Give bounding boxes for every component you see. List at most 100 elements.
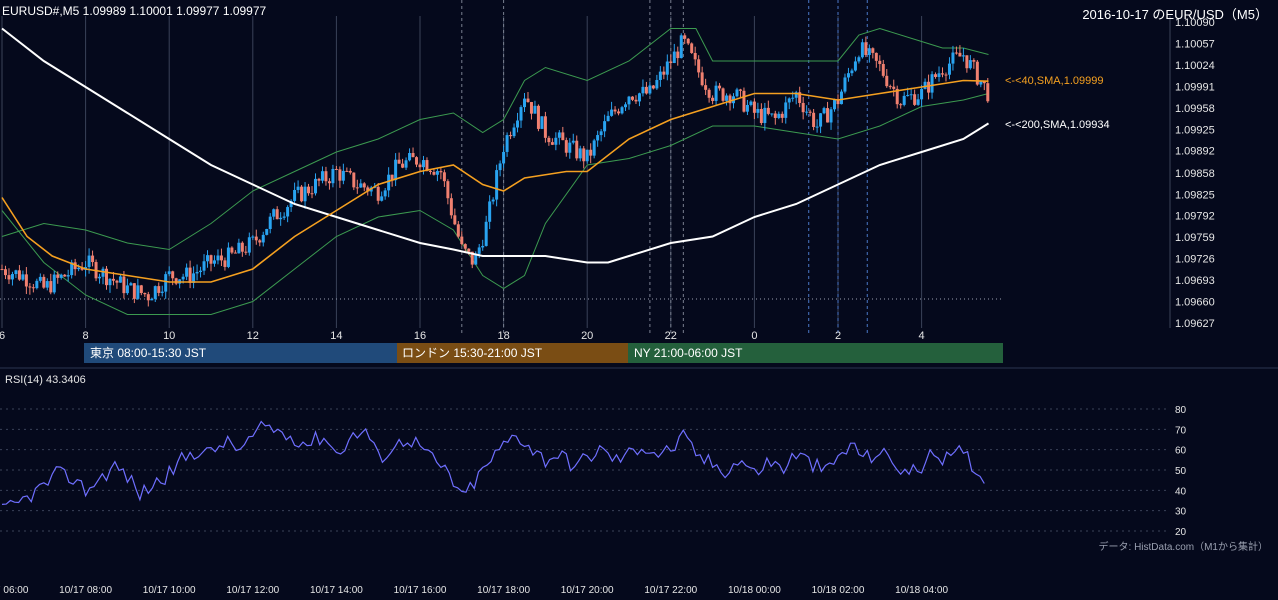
candle-body: [885, 75, 889, 87]
time-tick-label: 12: [247, 330, 259, 342]
candle-body: [951, 52, 955, 64]
candle-body: [533, 105, 537, 114]
candle-body: [498, 163, 502, 171]
candle-body: [181, 276, 185, 280]
candle-body: [38, 276, 42, 281]
candle-body: [547, 137, 551, 143]
candle-body: [324, 171, 328, 182]
time-tick-label: 20: [581, 330, 593, 342]
candle-body: [961, 55, 965, 57]
candle-body: [338, 169, 342, 181]
time-tick-label: 2: [835, 330, 841, 342]
candle-body: [927, 81, 931, 93]
candle-body: [986, 83, 990, 102]
candle-body: [693, 52, 697, 60]
candle-body: [296, 186, 300, 190]
candle-body: [209, 255, 213, 264]
candle-body: [362, 183, 366, 188]
candle-body: [878, 60, 882, 65]
candle-body: [972, 60, 976, 62]
chart-date-title: 2016-10-17 のEUR/USD（M5）: [1082, 7, 1268, 22]
candle-body: [738, 89, 742, 91]
candle-body: [655, 80, 659, 89]
candle-body: [822, 108, 826, 114]
candle-body: [226, 247, 230, 267]
candle-body: [164, 274, 168, 292]
candle-body: [460, 236, 464, 245]
candle-body: [132, 283, 136, 299]
price-tick-label: 1.09627: [1175, 318, 1215, 330]
candle-body: [589, 149, 593, 156]
candle-body: [920, 88, 924, 100]
candle-body: [700, 72, 704, 86]
candle-body: [592, 140, 596, 156]
candle-body: [714, 85, 718, 101]
candle-body: [665, 61, 669, 75]
candle-body: [254, 236, 258, 241]
price-tick-label: 1.09660: [1175, 297, 1215, 309]
candle-body: [745, 104, 749, 112]
candle-body: [805, 111, 809, 113]
candle-body: [481, 245, 485, 248]
candle-body: [874, 52, 878, 61]
candle-body: [136, 285, 140, 299]
candle-body: [188, 267, 192, 283]
candle-body: [77, 267, 81, 270]
candle-body: [216, 255, 220, 261]
candle-body: [676, 51, 680, 59]
candle-body: [282, 216, 286, 218]
candle-body: [279, 217, 283, 220]
candle-body: [791, 97, 795, 99]
candle-body: [456, 224, 460, 237]
candle-body: [916, 99, 920, 105]
candle-body: [669, 61, 673, 64]
candle-body: [606, 115, 610, 122]
candle-body: [777, 113, 781, 118]
candle-body: [380, 196, 384, 201]
candle-body: [467, 248, 471, 252]
rsi-time-tick-label: 10/17 14:00: [310, 585, 363, 596]
candle-body: [98, 276, 102, 279]
time-tick-label: 0: [751, 330, 757, 342]
candle-body: [359, 183, 363, 188]
time-tick-label: 8: [83, 330, 89, 342]
candle-body: [185, 267, 189, 277]
candle-body: [244, 251, 248, 253]
candle-body: [505, 135, 509, 152]
forex-chart: 1.100901.100571.100241.099911.099581.099…: [0, 0, 1278, 600]
candle-body: [954, 52, 958, 54]
candle-body: [519, 107, 523, 121]
symbol-info: EURUSD#,M5 1.09989 1.10001 1.09977 1.099…: [2, 4, 267, 18]
candle-body: [212, 260, 216, 264]
candle-body: [582, 148, 586, 162]
candle-body: [421, 160, 425, 168]
candle-body: [892, 86, 896, 89]
candle-body: [484, 221, 488, 246]
rsi-time-tick-label: 10/17 06:00: [0, 585, 29, 596]
candle-body: [819, 113, 823, 127]
candle-body: [118, 276, 122, 283]
candle-body: [561, 132, 565, 141]
candle-body: [843, 77, 847, 92]
candle-body: [759, 108, 763, 124]
candle-body: [766, 107, 770, 114]
time-tick-label: 4: [919, 330, 925, 342]
time-tick-label: 10: [163, 330, 175, 342]
candle-body: [651, 85, 655, 89]
candle-body: [752, 101, 756, 113]
candle-body: [829, 109, 833, 123]
candle-body: [230, 247, 234, 253]
price-tick-label: 1.09726: [1175, 254, 1215, 266]
candle-body: [153, 286, 157, 299]
candle-body: [833, 99, 837, 110]
candle-body: [578, 148, 582, 159]
candle-body: [341, 170, 345, 181]
candle-body: [690, 43, 694, 53]
candle-body: [571, 140, 575, 143]
candle-body: [219, 255, 223, 261]
sma40-label: <-<40,SMA,1.09999: [1005, 75, 1103, 87]
candle-body: [934, 74, 938, 77]
candle-body: [223, 260, 227, 267]
candle-body: [599, 131, 603, 136]
session-tokyo-label: 東京 08:00-15:30 JST: [90, 346, 207, 360]
